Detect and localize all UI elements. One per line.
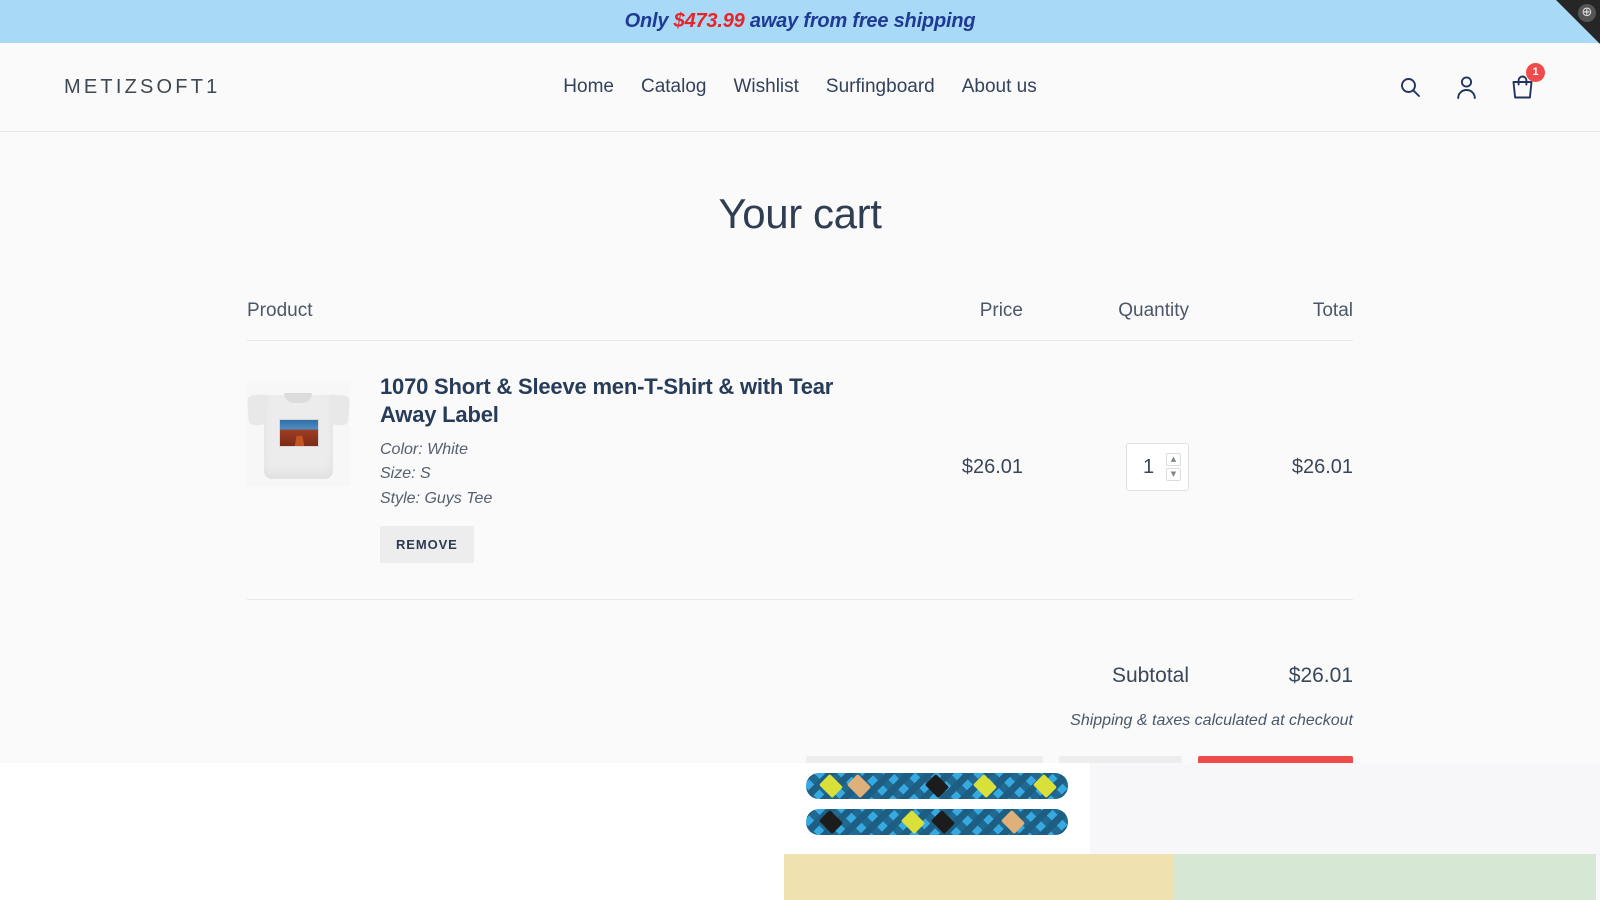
nav-item-home[interactable]: Home — [563, 76, 614, 98]
board1-diamond-yellow-left — [819, 774, 843, 798]
swatch-cream — [784, 854, 1174, 900]
column-header-price: Price — [859, 300, 1023, 322]
subtotal-value: $26.01 — [1189, 664, 1353, 688]
column-header-quantity: Quantity — [1023, 300, 1189, 322]
product-info: 1070 Short & Sleeve men-T-Shirt & with T… — [380, 371, 859, 563]
column-header-product: Product — [247, 300, 859, 322]
ski-board-1[interactable] — [806, 773, 1068, 799]
page-main: Your cart Product Price Quantity Total 1… — [0, 132, 1600, 798]
subtotal-label: Subtotal — [889, 664, 1189, 688]
board1-diamond-tan — [847, 774, 871, 798]
announcement-bar: Only $473.99 away from free shipping — [0, 0, 1600, 43]
tshirt-desert-print — [279, 419, 319, 447]
site-brand[interactable]: METIZSOFT1 — [64, 76, 220, 99]
cart-line-item: 1070 Short & Sleeve men-T-Shirt & with T… — [247, 341, 1353, 600]
header-icon-group: 1 — [1396, 72, 1536, 102]
board2-diamond-tan — [1001, 810, 1025, 834]
product-title[interactable]: 1070 Short & Sleeve men-T-Shirt & with T… — [380, 373, 859, 428]
cart-count-badge: 1 — [1526, 63, 1545, 82]
announcement-prefix: Only — [625, 10, 674, 32]
bottom-overlay-panel: SHAGGY'S — [0, 763, 1600, 900]
board2-diamond-dark — [931, 810, 955, 834]
nav-item-surfingboard[interactable]: Surfingboard — [826, 76, 935, 98]
nav-item-about-us[interactable]: About us — [962, 76, 1037, 98]
cart-item-total: $26.01 — [1189, 456, 1353, 479]
nav-item-wishlist[interactable]: Wishlist — [733, 76, 798, 98]
account-icon[interactable] — [1452, 72, 1480, 102]
product-option-size: Size: S — [380, 462, 859, 486]
quantity-decrease-button[interactable]: ▼ — [1166, 468, 1181, 481]
remove-button[interactable]: REMOVE — [380, 526, 474, 563]
swatch-green — [1174, 854, 1596, 900]
nav-item-catalog[interactable]: Catalog — [641, 76, 707, 98]
shipping-tax-note: Shipping & taxes calculated at checkout — [247, 712, 1353, 730]
search-icon[interactable] — [1396, 72, 1424, 102]
column-header-total: Total — [1189, 300, 1353, 322]
cart-item-product-cell: 1070 Short & Sleeve men-T-Shirt & with T… — [247, 371, 859, 563]
cart-icon[interactable]: 1 — [1508, 72, 1536, 102]
site-header: METIZSOFT1 Home Catalog Wishlist Surfing… — [0, 43, 1600, 132]
subtotal-row: Subtotal $26.01 — [247, 664, 1353, 688]
color-swatch-row — [784, 854, 1596, 900]
main-navigation: Home Catalog Wishlist Surfingboard About… — [563, 76, 1036, 98]
quantity-input[interactable]: 1 — [1127, 456, 1166, 479]
settings-plus-icon[interactable]: ⊕ — [1578, 4, 1596, 22]
ski-board-2[interactable] — [806, 809, 1068, 835]
cart-section: Product Price Quantity Total 1070 Short … — [247, 238, 1353, 798]
product-thumbnail[interactable] — [247, 383, 350, 486]
page-title: Your cart — [0, 190, 1600, 238]
announcement-suffix: away from free shipping — [745, 10, 976, 32]
cart-item-price: $26.01 — [859, 456, 1023, 479]
quantity-spinner: ▲ ▼ — [1166, 453, 1181, 481]
cart-item-quantity-cell: 1 ▲ ▼ — [1023, 443, 1189, 491]
board1-diamond-yellow-end — [1033, 774, 1057, 798]
quantity-stepper[interactable]: 1 ▲ ▼ — [1126, 443, 1189, 491]
announcement-text: Only $473.99 away from free shipping — [625, 10, 976, 33]
quantity-increase-button[interactable]: ▲ — [1166, 453, 1181, 466]
cart-table-header: Product Price Quantity Total — [247, 300, 1353, 341]
product-option-style: Style: Guys Tee — [380, 487, 859, 511]
announcement-amount: $473.99 — [674, 10, 745, 32]
board2-diamond-yellow — [901, 810, 925, 834]
board1-diamond-yellow-right — [973, 774, 997, 798]
board2-diamond-graphic — [819, 810, 843, 834]
product-option-color: Color: White — [380, 438, 859, 462]
board1-diamond-dark — [925, 774, 949, 798]
